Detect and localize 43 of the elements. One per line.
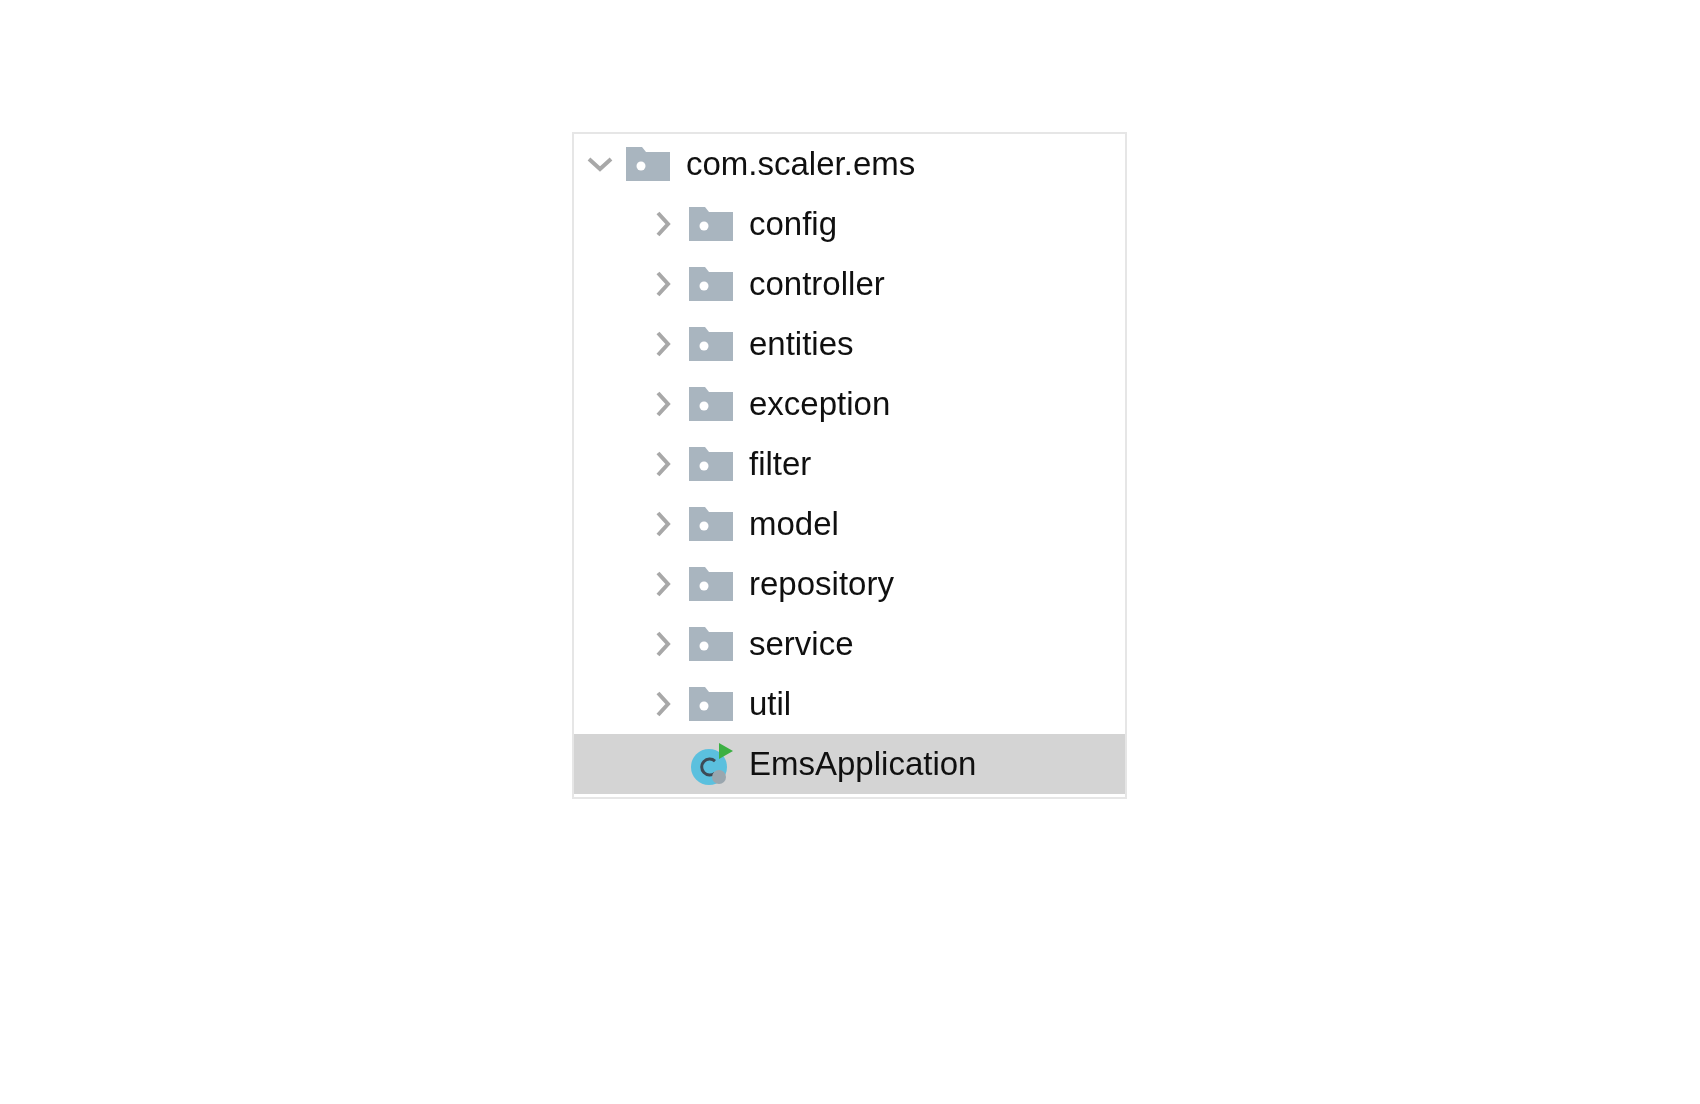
chevron-right-icon[interactable] <box>654 630 672 658</box>
folder-icon <box>689 447 733 481</box>
chevron-right-icon[interactable] <box>654 690 672 718</box>
tree-row[interactable]: com.scaler.ems <box>574 134 1125 194</box>
folder-icon <box>689 627 733 661</box>
chevron-right-icon[interactable] <box>654 510 672 538</box>
chevron-right-icon[interactable] <box>654 270 672 298</box>
folder-icon <box>689 387 733 421</box>
chevron-right-icon[interactable] <box>654 210 672 238</box>
tree-label: service <box>749 624 854 664</box>
tree-row[interactable]: config <box>574 194 1125 254</box>
tree-label: exception <box>749 384 891 424</box>
tree-label: controller <box>749 264 885 304</box>
tree-row[interactable]: filter <box>574 434 1125 494</box>
chevron-right-icon[interactable] <box>654 570 672 598</box>
folder-icon <box>689 507 733 541</box>
tree-row[interactable]: repository <box>574 554 1125 614</box>
tree-label: com.scaler.ems <box>686 144 916 184</box>
tree-label: EmsApplication <box>749 744 977 784</box>
chevron-down-icon[interactable] <box>586 155 614 173</box>
folder-icon <box>689 567 733 601</box>
tree-row[interactable]: exception <box>574 374 1125 434</box>
tree-row[interactable]: util <box>574 674 1125 734</box>
tree-row[interactable]: service <box>574 614 1125 674</box>
folder-icon <box>626 147 670 181</box>
tree-label: model <box>749 504 839 544</box>
tree-row[interactable]: entities <box>574 314 1125 374</box>
chevron-right-icon[interactable] <box>654 330 672 358</box>
tree-row[interactable]: model <box>574 494 1125 554</box>
class-run-icon <box>689 743 735 785</box>
tree-row[interactable]: EmsApplication <box>574 734 1125 794</box>
tree-label: config <box>749 204 838 244</box>
chevron-right-icon[interactable] <box>654 390 672 418</box>
tree-label: filter <box>749 444 812 484</box>
folder-icon <box>689 207 733 241</box>
tree-label: util <box>749 684 792 724</box>
tree-label: repository <box>749 564 894 604</box>
tree-label: entities <box>749 324 854 364</box>
folder-icon <box>689 267 733 301</box>
tree-row[interactable]: controller <box>574 254 1125 314</box>
folder-icon <box>689 327 733 361</box>
folder-icon <box>689 687 733 721</box>
chevron-right-icon[interactable] <box>654 450 672 478</box>
